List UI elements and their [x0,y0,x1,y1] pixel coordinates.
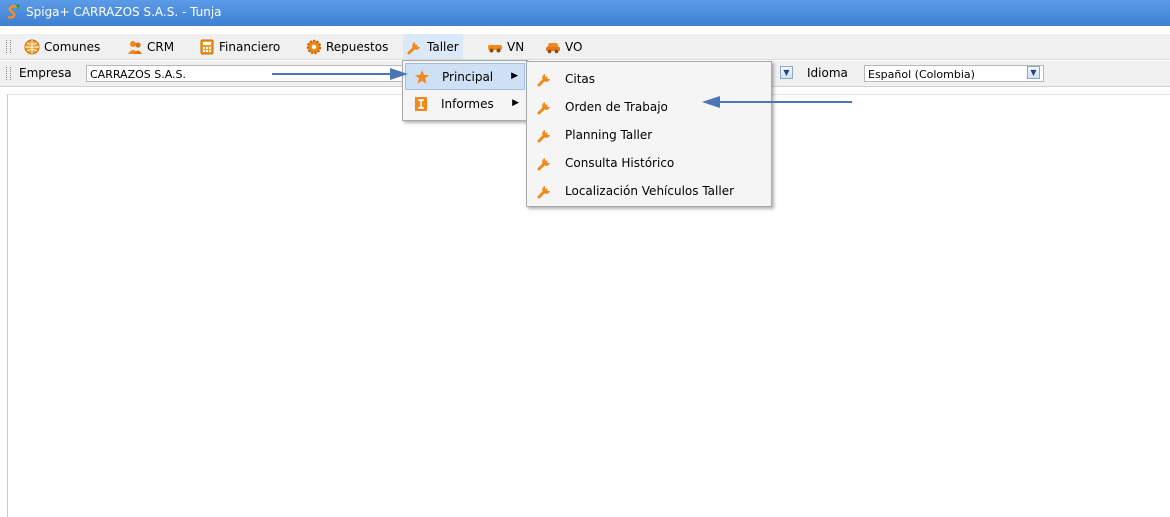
idioma-select[interactable]: Español (Colombia) [864,65,1044,82]
menu-financiero[interactable]: Financiero [199,34,280,59]
annotation-arrow-left-icon [702,96,852,108]
orden-de-trabajo-label: Orden de Trabajo [565,100,668,114]
menu-taller[interactable]: Taller [403,34,463,59]
report-icon [415,97,427,111]
menu-vo-label: VO [565,39,583,54]
submenu-item-citas[interactable]: Citas [529,66,769,93]
menu-vn[interactable]: VN [487,34,524,59]
chevron-down-icon[interactable]: ▼ [780,66,793,79]
users-icon [128,40,142,54]
menu-crm[interactable]: CRM [127,34,174,59]
submenu-arrow-icon: ▶ [511,71,518,81]
star-icon [415,70,429,84]
toolbar-grip[interactable] [6,67,11,80]
taller-menu-item-principal[interactable]: Principal ▶ [405,63,525,90]
menu-financiero-label: Financiero [219,39,281,54]
menu-vo[interactable]: VO [545,34,582,59]
menu-repuestos-label: Repuestos [326,39,389,54]
menu-comunes[interactable]: Comunes [24,34,100,59]
spiga-logo-icon [7,4,21,19]
submenu-item-localizacion-vehiculos-taller[interactable]: Localización Vehículos Taller [529,178,769,205]
principal-submenu: Citas Orden de Trabajo Planning Taller C… [526,61,772,207]
wrench-icon [407,41,420,54]
submenu-item-consulta-historico[interactable]: Consulta Histórico [529,150,769,177]
annotation-arrow-right-icon [272,68,408,80]
window-title: Spiga+ CARRAZOS S.A.S. - Tunja [26,5,222,19]
wrench-icon [537,74,550,87]
wrench-icon [537,158,550,171]
principal-label: Principal [442,70,494,84]
menu-taller-label: Taller [427,39,459,54]
menu-comunes-label: Comunes [44,39,101,54]
car-used-icon [546,42,560,53]
car-new-icon [488,44,502,52]
wrench-icon [537,130,550,143]
menu-vn-label: VN [507,39,525,54]
taller-dropdown-menu: Principal ▶ Informes ▶ [402,60,528,121]
menu-repuestos[interactable]: Repuestos [306,34,388,59]
idioma-label: Idioma [807,66,848,80]
wrench-icon [537,186,550,199]
localizacion-vehiculos-taller-label: Localización Vehículos Taller [565,184,735,198]
informes-label: Informes [441,97,494,111]
wrench-icon [537,102,550,115]
planning-taller-label: Planning Taller [565,128,653,142]
main-menubar: Comunes CRM Financiero Repuestos Taller [0,34,1170,60]
submenu-item-planning-taller[interactable]: Planning Taller [529,122,769,149]
menubar-grip[interactable] [6,40,11,53]
title-bar: Spiga+ CARRAZOS S.A.S. - Tunja [0,0,1170,26]
submenu-arrow-icon: ▶ [512,98,519,108]
idioma-dropdown-button[interactable]: ▼ [1027,66,1040,79]
citas-label: Citas [565,72,596,86]
calculator-icon [200,39,214,54]
consulta-historico-label: Consulta Histórico [565,156,675,170]
empresa-label: Empresa [19,66,72,80]
gear-icon [306,39,322,54]
globe-icon [24,39,40,54]
menu-crm-label: CRM [147,39,175,54]
taller-menu-item-informes[interactable]: Informes ▶ [405,91,525,118]
